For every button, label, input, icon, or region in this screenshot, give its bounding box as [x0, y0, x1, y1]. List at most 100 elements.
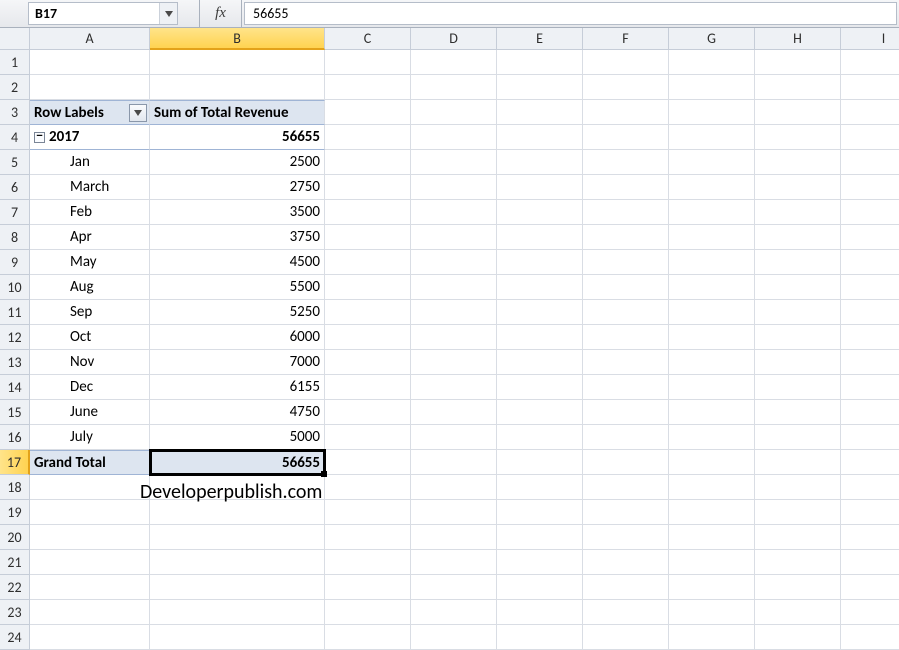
cell[interactable]: [325, 275, 411, 300]
cell[interactable]: [497, 300, 583, 325]
cell[interactable]: [497, 625, 583, 650]
cell[interactable]: [497, 550, 583, 575]
cell[interactable]: [583, 75, 669, 100]
cell[interactable]: [583, 500, 669, 525]
name-box-dropdown[interactable]: [159, 3, 177, 24]
cell[interactable]: [841, 475, 899, 500]
cell[interactable]: [755, 425, 841, 450]
pivot-month-label[interactable]: March: [30, 175, 150, 200]
cell[interactable]: [669, 100, 755, 125]
cell[interactable]: [325, 200, 411, 225]
cell[interactable]: [841, 175, 899, 200]
cell[interactable]: [583, 625, 669, 650]
insert-function-button[interactable]: fx: [200, 0, 242, 27]
cell[interactable]: [755, 600, 841, 625]
cell[interactable]: [325, 250, 411, 275]
cell[interactable]: [669, 400, 755, 425]
cell[interactable]: [497, 350, 583, 375]
cell[interactable]: [30, 550, 150, 575]
row-header-3[interactable]: 3: [0, 100, 30, 125]
collapse-icon[interactable]: −: [34, 132, 45, 143]
row-header-20[interactable]: 20: [0, 525, 30, 550]
row-header-12[interactable]: 12: [0, 325, 30, 350]
cell[interactable]: [30, 75, 150, 100]
cell[interactable]: [497, 600, 583, 625]
cell[interactable]: [755, 625, 841, 650]
row-header-5[interactable]: 5: [0, 150, 30, 175]
cell[interactable]: [411, 625, 497, 650]
cell[interactable]: [411, 250, 497, 275]
cell[interactable]: [841, 275, 899, 300]
cell[interactable]: [841, 225, 899, 250]
cell[interactable]: [497, 500, 583, 525]
pivot-month-value[interactable]: 2750: [150, 175, 325, 200]
pivot-month-value[interactable]: 4750: [150, 400, 325, 425]
cell[interactable]: [841, 525, 899, 550]
cell[interactable]: [841, 250, 899, 275]
cell[interactable]: [30, 50, 150, 75]
cell[interactable]: [583, 225, 669, 250]
pivot-month-value[interactable]: 3750: [150, 225, 325, 250]
row-header-21[interactable]: 21: [0, 550, 30, 575]
cell[interactable]: [150, 525, 325, 550]
row-header-10[interactable]: 10: [0, 275, 30, 300]
cell[interactable]: [325, 125, 411, 150]
cell[interactable]: [669, 375, 755, 400]
cell[interactable]: [583, 425, 669, 450]
cell[interactable]: [497, 225, 583, 250]
cell[interactable]: [583, 475, 669, 500]
column-header-E[interactable]: E: [497, 28, 583, 50]
cell[interactable]: [841, 350, 899, 375]
cell[interactable]: [669, 125, 755, 150]
cell[interactable]: [841, 500, 899, 525]
cell[interactable]: [755, 525, 841, 550]
cell[interactable]: [497, 275, 583, 300]
cell[interactable]: [411, 500, 497, 525]
cell[interactable]: [841, 375, 899, 400]
cell[interactable]: [411, 225, 497, 250]
cell[interactable]: [841, 125, 899, 150]
cell[interactable]: [583, 125, 669, 150]
cell[interactable]: [755, 450, 841, 475]
cell[interactable]: [150, 50, 325, 75]
cell[interactable]: [583, 400, 669, 425]
cell[interactable]: [841, 200, 899, 225]
cell[interactable]: [841, 450, 899, 475]
cell[interactable]: [497, 425, 583, 450]
pivot-month-value[interactable]: 3500: [150, 200, 325, 225]
cell[interactable]: [583, 275, 669, 300]
cell[interactable]: [841, 325, 899, 350]
cell[interactable]: [669, 625, 755, 650]
cell[interactable]: [841, 100, 899, 125]
cell[interactable]: [325, 450, 411, 475]
row-header-9[interactable]: 9: [0, 250, 30, 275]
cell[interactable]: [411, 425, 497, 450]
cell[interactable]: [669, 325, 755, 350]
row-header-15[interactable]: 15: [0, 400, 30, 425]
pivot-month-label[interactable]: Nov: [30, 350, 150, 375]
cell[interactable]: [150, 500, 325, 525]
pivot-grand-total-label[interactable]: Grand Total: [30, 450, 150, 475]
cell[interactable]: [755, 400, 841, 425]
column-header-D[interactable]: D: [411, 28, 497, 50]
pivot-month-value[interactable]: 4500: [150, 250, 325, 275]
cell[interactable]: [411, 350, 497, 375]
cell[interactable]: [755, 475, 841, 500]
cell[interactable]: [30, 475, 150, 500]
cell[interactable]: [150, 575, 325, 600]
cell[interactable]: [583, 250, 669, 275]
cell[interactable]: [497, 325, 583, 350]
cell[interactable]: [583, 175, 669, 200]
row-header-22[interactable]: 22: [0, 575, 30, 600]
cell[interactable]: [497, 200, 583, 225]
cell[interactable]: [411, 400, 497, 425]
column-header-I[interactable]: I: [841, 28, 899, 50]
cell[interactable]: [669, 550, 755, 575]
cell[interactable]: [325, 400, 411, 425]
column-header-F[interactable]: F: [583, 28, 669, 50]
cell[interactable]: [411, 525, 497, 550]
cell[interactable]: [30, 625, 150, 650]
row-header-14[interactable]: 14: [0, 375, 30, 400]
pivot-month-value[interactable]: 5000: [150, 425, 325, 450]
cell[interactable]: [150, 625, 325, 650]
